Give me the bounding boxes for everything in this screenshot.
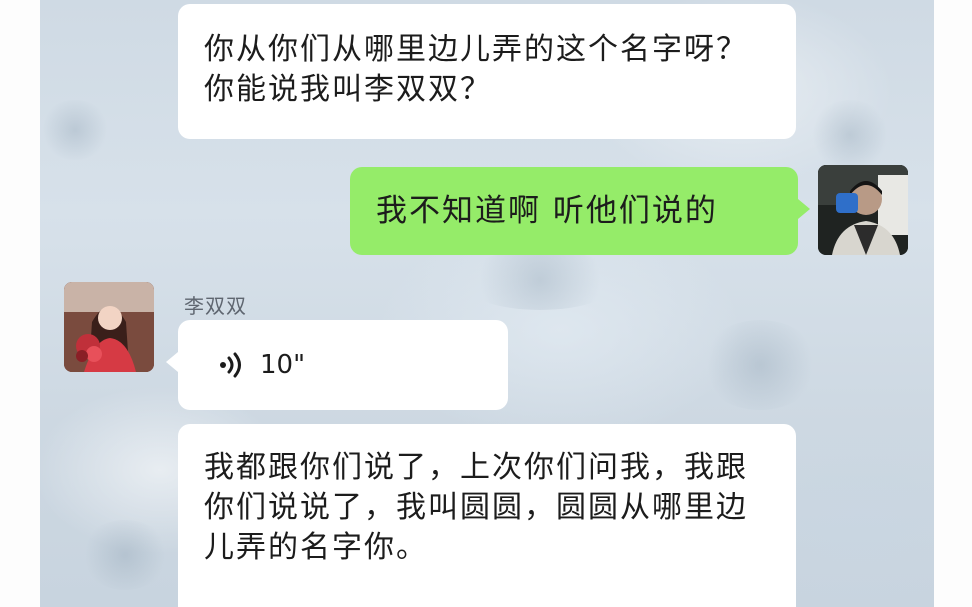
- background-texture: [80, 520, 170, 590]
- background-texture: [40, 100, 110, 160]
- voice-duration: 10": [260, 350, 306, 380]
- message-text: 我不知道啊 听他们说的: [376, 193, 718, 229]
- screen: 你从你们从哪里边儿弄的这个名字呀？你能说我叫李双双？ 我不知道啊 听他们说的 李…: [0, 0, 972, 607]
- background-texture: [810, 100, 890, 170]
- avatar-photo-icon: [818, 165, 908, 255]
- message-bubble-incoming[interactable]: 我都跟你们说了，上次你们问我，我跟你们说说了，我叫圆圆，圆圆从哪里边儿弄的名字你…: [178, 424, 796, 607]
- voice-message-bubble[interactable]: 10": [166, 320, 508, 410]
- message-bubble-outgoing[interactable]: 我不知道啊 听他们说的: [350, 167, 810, 255]
- my-avatar[interactable]: [818, 165, 908, 255]
- message-bubble-incoming[interactable]: 你从你们从哪里边儿弄的这个名字呀？你能说我叫李双双？: [178, 4, 796, 139]
- avatar-photo-icon: [64, 282, 154, 372]
- message-text: 你从你们从哪里边儿弄的这个名字呀？你能说我叫李双双？: [204, 32, 748, 107]
- sender-name: 李双双: [184, 294, 247, 318]
- background-texture: [460, 250, 620, 310]
- background-texture: [700, 320, 820, 410]
- contact-avatar[interactable]: [64, 282, 154, 372]
- sound-wave-icon: [220, 352, 241, 378]
- message-text: 我都跟你们说了，上次你们问我，我跟你们说说了，我叫圆圆，圆圆从哪里边儿弄的名字你…: [204, 450, 748, 565]
